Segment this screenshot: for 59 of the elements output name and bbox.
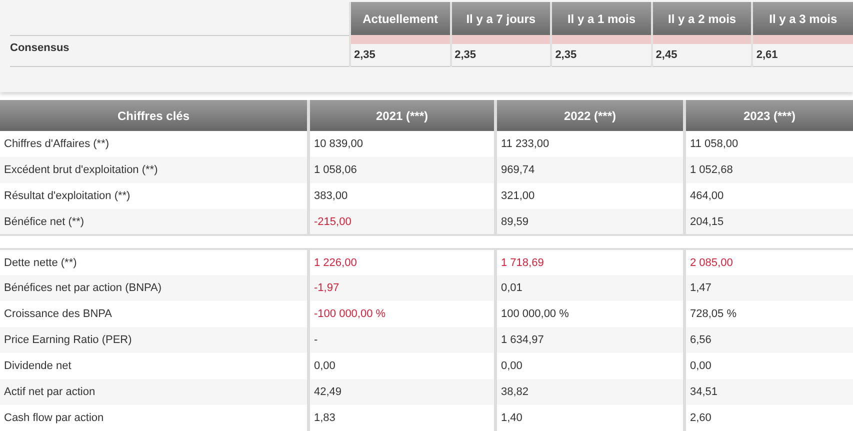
table-cell: 728,05 % bbox=[684, 301, 853, 327]
column-header: Actuellement bbox=[350, 2, 451, 35]
table-cell: 383,00 bbox=[308, 183, 496, 209]
table-cell: 42,49 bbox=[308, 379, 496, 405]
table-cell: 1,47 bbox=[684, 275, 853, 301]
row-label: Résultat d'exploitation (**) bbox=[0, 183, 308, 209]
row-label: Cash flow par action bbox=[0, 405, 308, 431]
table-cell: 2,35 bbox=[551, 44, 652, 66]
table-cell: 1,83 bbox=[308, 405, 496, 431]
table-cell: 1 058,06 bbox=[308, 157, 496, 183]
column-header: Il y a 2 mois bbox=[652, 2, 752, 35]
table-cell: 0,01 bbox=[496, 275, 684, 301]
table-cell: 38,82 bbox=[496, 379, 684, 405]
table-cell: 2,60 bbox=[684, 405, 853, 431]
table-cell: -100 000,00 % bbox=[308, 301, 496, 327]
column-header: Il y a 3 mois bbox=[752, 2, 853, 35]
column-header: Il y a 7 jours bbox=[450, 2, 552, 35]
column-header: 2023 (***) bbox=[684, 100, 853, 131]
table-cell: 100 000,00 % bbox=[496, 301, 684, 327]
table-cell: 1 226,00 bbox=[308, 249, 496, 275]
table-cell: 2,35 bbox=[350, 44, 451, 66]
table-cell: 464,00 bbox=[684, 183, 853, 209]
table-cell: 1 634,97 bbox=[496, 327, 684, 353]
table-cell: 2,61 bbox=[752, 44, 853, 66]
column-header: Il y a 1 mois bbox=[551, 2, 652, 35]
row-label: Croissance des BNPA bbox=[0, 301, 308, 327]
column-header: 2022 (***) bbox=[496, 100, 684, 131]
table-cell: 1 052,68 bbox=[684, 157, 853, 183]
table-cell: 204,15 bbox=[684, 209, 853, 235]
table-cell: 0,00 bbox=[496, 353, 684, 379]
row-label: Dette nette (**) bbox=[0, 249, 308, 275]
table-cell: 11 233,00 bbox=[496, 131, 684, 157]
column-header: Chiffres clés bbox=[0, 100, 308, 131]
column-header: 2021 (***) bbox=[308, 100, 496, 131]
table-cell: 11 058,00 bbox=[684, 131, 853, 157]
table-cell: 0,00 bbox=[684, 353, 853, 379]
table-cell: 2,35 bbox=[450, 44, 552, 66]
table-cell: -215,00 bbox=[308, 209, 496, 235]
table-cell: 1 718,69 bbox=[496, 249, 684, 275]
row-label: Bénéfices net par action (BNPA) bbox=[0, 275, 308, 301]
table-cell: 10 839,00 bbox=[308, 131, 496, 157]
row-label: Consensus bbox=[10, 32, 350, 64]
row-label: Bénéfice net (**) bbox=[0, 209, 308, 235]
row-label: Chiffres d'Affaires (**) bbox=[0, 131, 308, 157]
row-label: Price Earning Ratio (PER) bbox=[0, 327, 308, 353]
table-cell: 6,56 bbox=[684, 327, 853, 353]
row-label: Actif net par action bbox=[0, 379, 308, 405]
table-cell: 0,00 bbox=[308, 353, 496, 379]
row-label: Excédent brut d'exploitation (**) bbox=[0, 157, 308, 183]
table-cell: 34,51 bbox=[684, 379, 853, 405]
table-cell: 969,74 bbox=[496, 157, 684, 183]
row-label: Dividende net bbox=[0, 353, 308, 379]
table-cell: 321,00 bbox=[496, 183, 684, 209]
table-cell: - bbox=[308, 327, 496, 353]
table-cell: 2 085,00 bbox=[684, 249, 853, 275]
table-cell: -1,97 bbox=[308, 275, 496, 301]
table-cell: 89,59 bbox=[496, 209, 684, 235]
table-cell: 1,40 bbox=[496, 405, 684, 431]
table-cell: 2,45 bbox=[652, 44, 752, 66]
